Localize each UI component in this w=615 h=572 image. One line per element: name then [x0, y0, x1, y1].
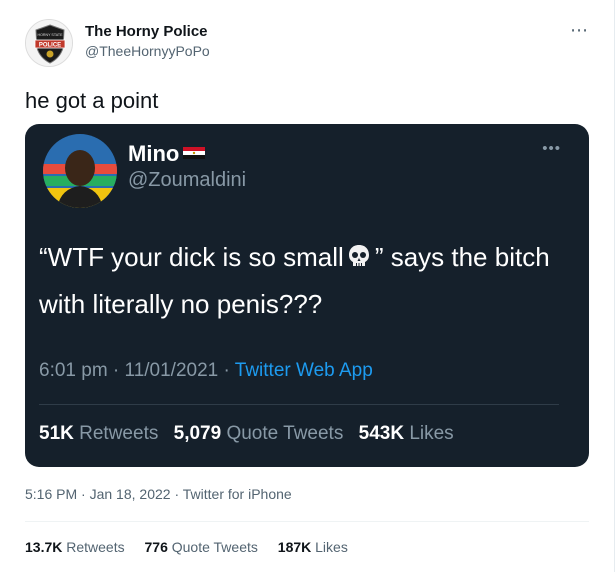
profile-photo-icon — [43, 134, 117, 208]
author-name[interactable]: The Horny Police — [85, 23, 208, 40]
embedded-stats: 51K Retweets 5,079 Quote Tweets 543K Lik… — [39, 423, 464, 445]
egypt-flag-icon — [183, 147, 206, 160]
embedded-meta: 6:01 pm · 11/01/2021 · Twitter Web App — [39, 360, 373, 381]
retweets-link[interactable]: 13.7K Retweets — [25, 539, 125, 555]
tweet-container: POLICE HORNY STATE The Horny Police @The… — [0, 0, 615, 572]
skull-icon — [348, 245, 369, 267]
embedded-tweet-text: “WTF your dick is so small” says the bit… — [39, 234, 579, 328]
embedded-quotes-label: Quote Tweets — [226, 423, 344, 444]
tweet-text: he got a point — [25, 88, 159, 113]
author-handle[interactable]: @TheeHornyyPoPo — [85, 43, 210, 59]
tweet-stats: 13.7K Retweets 776 Quote Tweets 187K Lik… — [25, 539, 364, 555]
stats-divider — [25, 521, 589, 522]
quotes-label: Quote Tweets — [171, 539, 258, 555]
quotes-value: 776 — [144, 539, 168, 555]
quote-tweets-link[interactable]: 776 Quote Tweets — [145, 539, 258, 555]
embedded-tweet-image[interactable]: Mino @Zoumaldini ••• “WTF your dick is s… — [25, 124, 589, 467]
likes-label: Likes — [315, 539, 348, 555]
embedded-quotes: 5,079 Quote Tweets — [174, 423, 344, 444]
embedded-source: Twitter Web App — [234, 360, 373, 381]
embedded-retweets-value: 51K — [39, 423, 74, 444]
badge-top-text: HORNY STATE — [38, 33, 64, 37]
retweets-label: Retweets — [66, 539, 125, 555]
embedded-avatar — [43, 134, 117, 208]
embedded-retweets: 51K Retweets — [39, 423, 158, 444]
embedded-likes: 543K Likes — [359, 423, 454, 444]
embedded-date: 11/01/2021 — [124, 360, 219, 381]
badge-text: POLICE — [39, 43, 61, 49]
embedded-text-part1: “WTF your dick is so small — [39, 242, 344, 272]
tweet-date[interactable]: Jan 18, 2022 — [90, 486, 171, 502]
tweet-meta: 5:16 PM · Jan 18, 2022 · Twitter for iPh… — [25, 486, 292, 502]
embedded-likes-label: Likes — [409, 423, 454, 444]
retweets-value: 13.7K — [25, 539, 63, 555]
embedded-more-icon: ••• — [542, 140, 561, 157]
embedded-author-name-text: Mino — [128, 141, 180, 166]
tweet-source[interactable]: Twitter for iPhone — [183, 486, 292, 502]
embedded-retweets-label: Retweets — [79, 423, 159, 444]
police-badge-icon: POLICE HORNY STATE — [26, 20, 72, 66]
tweet-time[interactable]: 5:16 PM — [25, 486, 77, 502]
embedded-author-handle: @Zoumaldini — [128, 169, 247, 191]
embedded-likes-value: 543K — [358, 423, 405, 444]
likes-value: 187K — [277, 539, 312, 555]
embedded-quotes-value: 5,079 — [173, 423, 222, 444]
embedded-divider — [39, 404, 559, 405]
embedded-time: 6:01 pm — [39, 360, 108, 381]
likes-link[interactable]: 187K Likes — [278, 539, 348, 555]
more-options-icon[interactable]: ⋯ — [570, 20, 589, 41]
author-avatar[interactable]: POLICE HORNY STATE — [25, 19, 73, 67]
embedded-author-name: Mino — [128, 141, 206, 167]
